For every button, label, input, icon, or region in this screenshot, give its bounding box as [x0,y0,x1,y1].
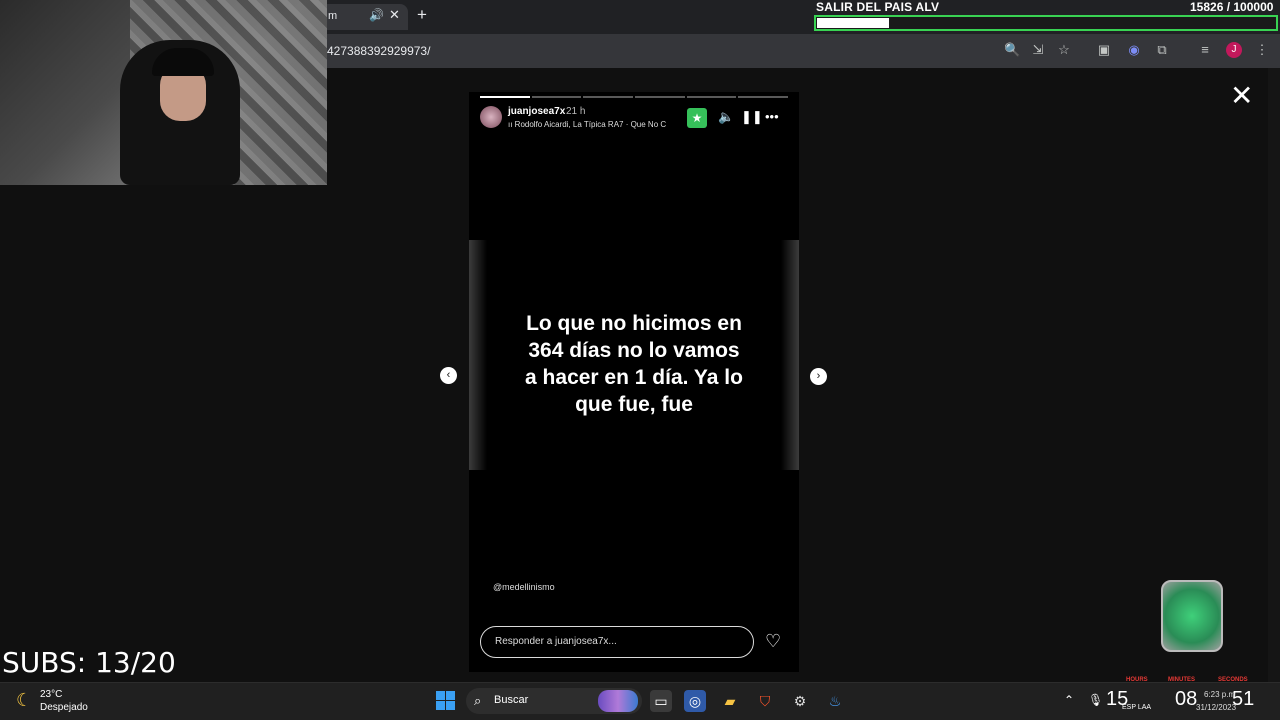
story-edge-left [469,240,487,470]
tab-audio-icon[interactable]: 🔊 [369,8,384,22]
story-user-avatar[interactable] [480,106,502,128]
settings-icon[interactable]: ⚙ [789,690,811,712]
next-story-button[interactable]: › [810,368,827,385]
language-indicator[interactable]: ESP LAA [1122,704,1151,711]
music-bars-icon: ıı [508,120,515,129]
bookmark-star-icon[interactable]: ☆ [1056,42,1072,58]
close-story-icon[interactable]: ✕ [1230,82,1253,110]
windows-start-icon[interactable] [436,691,455,710]
search-highlight-art [598,690,638,712]
page-scrollbar[interactable] [1268,68,1280,682]
story-progress-segment [635,96,685,98]
reading-list-icon[interactable]: ≡ [1197,42,1213,58]
subs-counter: SUBS: 13/20 [2,646,176,679]
story-edge-right [781,240,799,470]
profile-avatar[interactable]: J [1226,42,1242,58]
story-music-label: Rodolfo Aicardi, La Típica RA7 · Que No … [514,120,667,129]
timer-minutes: 08 [1175,688,1198,710]
steam-icon[interactable]: ♨ [824,690,846,712]
url-field[interactable]: 427388392929973/ [327,44,430,58]
task-view-icon[interactable]: ▭ [650,690,672,712]
extensions-puzzle-icon[interactable]: ⧉ [1154,42,1170,58]
more-options-icon[interactable]: ••• [765,109,779,124]
story-username[interactable]: juanjosea7x [508,106,565,117]
volume-icon[interactable]: 🔈 [718,109,734,125]
webcam-feed [0,0,327,185]
system-time[interactable]: 6:23 p.m. [1204,690,1237,699]
search-label: Buscar [494,694,529,706]
story-progress-segment [686,96,737,98]
chrome-icon[interactable]: ◎ [684,690,706,712]
weather-desc[interactable]: Despejado [40,702,88,713]
tab-close-icon[interactable]: ✕ [389,7,400,23]
tab-title: m [328,10,338,22]
like-heart-icon[interactable]: ♡ [765,631,781,652]
system-date[interactable]: 31/12/2023 [1196,703,1236,712]
previous-story-button[interactable]: ‹ [440,367,457,384]
timer-seconds-label: SECONDS [1218,677,1248,683]
tray-expand-icon[interactable]: ⌃ [1064,693,1074,707]
weather-temp[interactable]: 23°C [40,689,62,700]
pause-icon[interactable]: ❚❚ [741,109,763,125]
weather-moon-icon[interactable]: ☾ [16,690,32,711]
reply-placeholder: Responder a juanjosea7x... [495,636,617,647]
goal-count: 15826 / 100000 [1190,0,1274,14]
jar-widget [1161,580,1223,652]
discord-extension-icon[interactable]: ◉ [1126,42,1142,58]
install-app-icon[interactable]: ⇲ [1030,42,1046,58]
goal-label: SALIR DEL PAIS ALV [816,0,940,14]
close-friends-star-icon[interactable]: ★ [687,108,707,128]
story-caption: Lo que no hicimos en 364 días no lo vamo… [525,312,743,416]
extension-icon[interactable]: ▣ [1096,42,1112,58]
menu-kebab-icon[interactable]: ⋮ [1254,42,1270,58]
timer-minutes-label: MINUTES [1168,677,1195,683]
file-explorer-icon[interactable]: ▰ [719,690,741,712]
search-icon: ⌕ [474,693,482,708]
story-progress [480,96,788,98]
zoom-icon[interactable]: 🔍 [1004,42,1020,58]
story-progress-segment [531,96,582,98]
story-mention[interactable]: @medellinismo [493,582,555,592]
story-progress-segment [738,96,788,98]
goal-progress-fill [817,18,890,28]
story-progress-segment [480,96,530,98]
story-progress-segment [583,96,633,98]
microphone-icon[interactable]: 🎙 [1088,693,1103,707]
new-tab-button[interactable]: + [417,5,427,25]
story-time: 21 h [566,106,586,117]
story-music[interactable]: ıı Rodolfo Aicardi, La Típica RA7 · Que … [508,120,684,129]
brave-icon[interactable]: ⛉ [754,690,776,712]
timer-hours-label: HOURS [1126,677,1148,683]
